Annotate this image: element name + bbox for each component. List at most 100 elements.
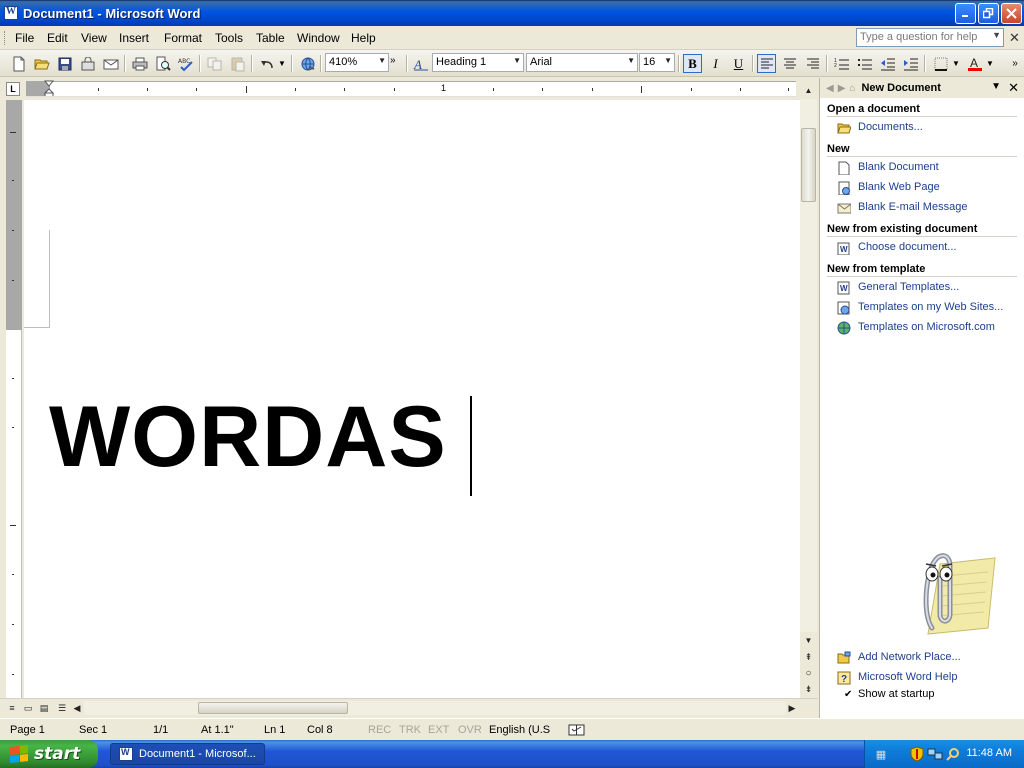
minimize-button[interactable] [955, 3, 976, 24]
link-add-network-place[interactable]: Add Network Place... [858, 651, 961, 663]
title-bar[interactable]: Document1 - Microsoft Word [0, 0, 1024, 26]
font-combo[interactable]: Arial ▼ [526, 53, 638, 72]
style-dropdown-arrow-icon[interactable]: ▼ [513, 56, 521, 65]
styles-formatting-button[interactable]: A [411, 54, 430, 73]
spelling-status-book-icon[interactable] [568, 723, 586, 737]
menu-insert[interactable]: Insert [119, 31, 149, 45]
link-blank-document[interactable]: Blank Document [858, 161, 939, 173]
close-button[interactable] [1001, 3, 1022, 24]
new-document-button[interactable] [9, 54, 28, 73]
font-color-dropdown-arrow-icon[interactable]: ▼ [984, 54, 996, 73]
task-pane-dropdown-arrow-icon[interactable]: ▼ [991, 81, 1001, 92]
zoom-combo[interactable]: 410% ▼ [325, 53, 389, 72]
decrease-indent-button[interactable] [878, 54, 897, 73]
status-trk[interactable]: TRK [399, 724, 421, 736]
word-app-icon[interactable] [4, 6, 18, 20]
print-preview-web-button[interactable] [101, 54, 120, 73]
menu-view[interactable]: View [81, 31, 107, 45]
indent-marker-icon[interactable] [44, 80, 54, 96]
horizontal-scroll-thumb[interactable] [198, 702, 348, 714]
horizontal-ruler[interactable]: 1 [26, 81, 796, 97]
toolbar-more-chevron-icon[interactable]: » [390, 55, 396, 66]
office-assistant-clippy-icon[interactable] [900, 544, 1000, 640]
next-page-icon[interactable]: ⇟ [800, 681, 817, 698]
show-at-startup-checkbox[interactable]: ✔ [844, 689, 855, 700]
scroll-left-arrow-icon[interactable]: ◀ [70, 701, 84, 715]
help-question-input[interactable]: Type a question for help ▼ [856, 28, 1004, 47]
restore-button[interactable] [978, 3, 999, 24]
font-dropdown-arrow-icon[interactable]: ▼ [627, 56, 635, 65]
spelling-button[interactable]: ABC [176, 54, 195, 73]
link-templates-web-sites[interactable]: Templates on my Web Sites... [858, 301, 1003, 313]
align-left-button[interactable] [757, 54, 776, 73]
forward-arrow-icon[interactable]: ▶ [838, 83, 846, 94]
menu-table[interactable]: Table [256, 31, 285, 45]
menu-grip[interactable] [4, 31, 7, 45]
select-browse-object-icon[interactable]: ○ [800, 665, 817, 682]
status-language[interactable]: English (U.S [489, 724, 550, 736]
borders-dropdown-arrow-icon[interactable]: ▼ [950, 54, 962, 73]
menu-tools[interactable]: Tools [215, 31, 243, 45]
font-color-button[interactable]: A [965, 54, 984, 73]
increase-indent-button[interactable] [901, 54, 920, 73]
undo-dropdown-arrow-icon[interactable]: ▼ [276, 54, 288, 73]
scroll-down-arrow-icon[interactable]: ▼ [800, 632, 817, 649]
home-icon[interactable]: ⌂ [849, 83, 855, 94]
paste-button[interactable] [228, 54, 247, 73]
taskbar-item-document1[interactable]: Document1 - Microsof... [110, 743, 265, 765]
open-button[interactable] [32, 54, 51, 73]
status-ext[interactable]: EXT [428, 724, 449, 736]
numbering-button[interactable]: 12 [832, 54, 851, 73]
status-ovr[interactable]: OVR [458, 724, 482, 736]
web-layout-view-icon[interactable]: ▭ [21, 701, 35, 715]
borders-button[interactable] [931, 54, 950, 73]
vertical-ruler[interactable] [6, 100, 22, 698]
menu-format[interactable]: Format [164, 31, 202, 45]
network-icon[interactable] [927, 746, 943, 762]
bold-button[interactable]: B [683, 54, 702, 73]
start-button[interactable]: start [0, 740, 98, 768]
task-pane-close-icon[interactable]: ✕ [1008, 80, 1019, 96]
zoom-dropdown-arrow-icon[interactable]: ▼ [378, 56, 386, 65]
toolbar-options-chevron-icon[interactable]: » [1008, 54, 1022, 73]
menu-help[interactable]: Help [351, 31, 376, 45]
vertical-scrollbar[interactable]: ▲ ▼ ⇞ ○ ⇟ [800, 82, 817, 698]
font-size-dropdown-arrow-icon[interactable]: ▼ [664, 56, 672, 65]
back-arrow-icon[interactable]: ◀ [826, 83, 834, 94]
link-general-templates[interactable]: General Templates... [858, 281, 959, 293]
insert-hyperlink-button[interactable] [298, 54, 317, 73]
search-magnifier-icon[interactable] [945, 746, 961, 762]
help-dropdown-arrow-icon[interactable]: ▼ [992, 30, 1001, 40]
keyboard-icon[interactable]: ▦ [873, 746, 889, 762]
link-templates-microsoft[interactable]: Templates on Microsoft.com [858, 321, 995, 333]
align-center-button[interactable] [780, 54, 799, 73]
bullets-button[interactable] [855, 54, 874, 73]
align-right-button[interactable] [803, 54, 822, 73]
copy-button[interactable] [205, 54, 224, 73]
security-shield-icon[interactable] [909, 746, 925, 762]
print-layout-view-icon[interactable]: ▤ [37, 701, 51, 715]
font-size-combo[interactable]: 16 ▼ [639, 53, 675, 72]
menu-edit[interactable]: Edit [47, 31, 68, 45]
save-button[interactable] [55, 54, 74, 73]
print-preview-button[interactable] [153, 54, 172, 73]
menu-window[interactable]: Window [297, 31, 340, 45]
undo-button[interactable] [257, 54, 276, 73]
link-blank-web-page[interactable]: Blank Web Page [858, 181, 940, 193]
scroll-up-arrow-icon[interactable]: ▲ [800, 82, 817, 99]
vertical-scroll-thumb[interactable] [801, 128, 816, 202]
document-editing-area[interactable]: WORDAS [24, 100, 800, 698]
tab-selector[interactable]: L [6, 82, 20, 96]
document-close-button[interactable]: ✕ [1009, 30, 1020, 46]
menu-file[interactable]: File [15, 31, 34, 45]
horizontal-scroll-track[interactable] [84, 701, 786, 715]
print-button[interactable] [130, 54, 149, 73]
link-word-help[interactable]: Microsoft Word Help [858, 671, 957, 683]
document-text[interactable]: WORDAS [49, 394, 447, 480]
permission-button[interactable] [78, 54, 97, 73]
normal-view-icon[interactable]: ≡ [5, 701, 19, 715]
style-combo[interactable]: Heading 1 ▼ [432, 53, 524, 72]
italic-button[interactable]: I [706, 54, 725, 73]
taskbar-clock[interactable]: 11:48 AM [966, 747, 1012, 759]
previous-page-icon[interactable]: ⇞ [800, 649, 817, 666]
